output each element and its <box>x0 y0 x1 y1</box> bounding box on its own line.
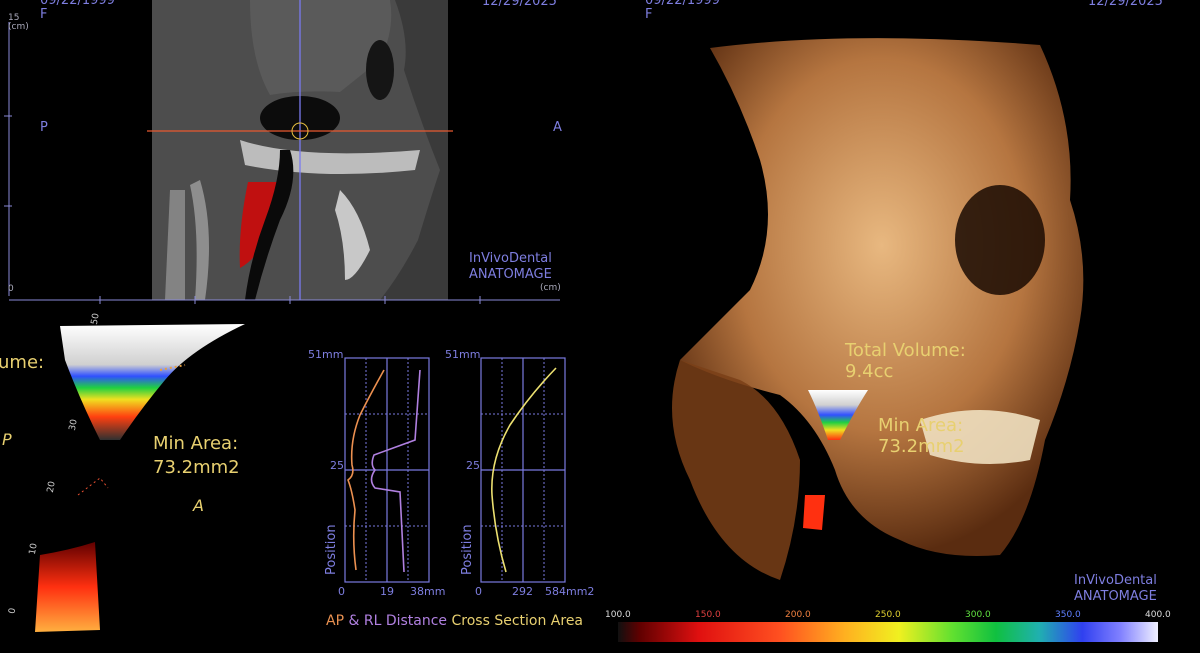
airway-3d-view[interactable]: 50 30 20 10 0 ume: Min Area: 73.2mm2 P A <box>0 310 300 653</box>
ruler-zero: 0 <box>8 284 14 294</box>
colorbar-tick-400: 400.0 <box>1145 610 1171 620</box>
graph-legend: AP & RL Distance Cross Section Area <box>326 613 583 629</box>
airway-scale-10: 10 <box>27 542 40 556</box>
sagittal-anterior-label: A <box>553 120 562 135</box>
cross-x-584: 584mm2 <box>545 585 595 598</box>
airway-posterior-label: P <box>2 430 12 449</box>
total-volume: Total Volume: 9.4cc <box>845 340 966 382</box>
legend-ap: AP <box>326 613 345 629</box>
skull-render <box>672 38 1084 580</box>
total-volume-label: Total Volume: <box>845 340 966 361</box>
color-scale-bar: 100.0 150.0 200.0 250.0 300.0 350.0 400.… <box>600 606 1200 653</box>
render-brand: InVivoDental ANATOMAGE <box>1074 573 1157 604</box>
render-min-area-value: 73.2mm2 <box>878 436 965 457</box>
airway-scale-50: 50 <box>89 312 102 326</box>
colorbar-tick-150: 150.0 <box>695 610 721 620</box>
airway-graphs-panel: 51mm 25 Position 0 19 38mm 51mm 25 Posit… <box>300 340 600 653</box>
cross-mid-label: 25 <box>466 459 480 472</box>
ruler-top: 15 (cm) <box>8 13 29 32</box>
colorbar-tick-350: 350.0 <box>1055 610 1081 620</box>
legend-cross-section: Cross Section Area <box>451 613 584 629</box>
ap-rl-x-0: 0 <box>338 585 345 598</box>
cross-y-label: Position <box>460 524 475 575</box>
airway-scale-30: 30 <box>67 418 80 432</box>
sagittal-posterior-label: P <box>40 120 48 135</box>
total-volume-value: 9.4cc <box>845 361 894 382</box>
ap-rl-y-label: Position <box>324 524 339 575</box>
ap-rl-x-38: 38mm <box>410 585 446 598</box>
airway-3d-image <box>35 324 245 632</box>
airway-scale-20: 20 <box>45 480 58 494</box>
cross-x-292: 292 <box>512 585 533 598</box>
bottom-unit-label: (cm) <box>540 283 561 293</box>
color-gradient <box>618 622 1158 642</box>
cross-top-label: 51mm <box>445 348 481 361</box>
ap-rl-top-label: 51mm <box>308 348 344 361</box>
sagittal-ct-view[interactable]: 15 (cm) 0 P A InVivoDental ANATOMAGE (cm… <box>0 0 600 310</box>
ap-rl-mid-label: 25 <box>330 459 344 472</box>
volume-label-partial: ume: <box>0 352 45 373</box>
legend-rl: & RL Distance <box>348 613 448 629</box>
colorbar-tick-250: 250.0 <box>875 610 901 620</box>
graph-svg <box>344 357 566 583</box>
render-min-area: Min Area: 73.2mm2 <box>878 415 965 457</box>
cross-x-0: 0 <box>475 585 482 598</box>
ap-rl-x-19: 19 <box>380 585 394 598</box>
colorbar-tick-300: 300.0 <box>965 610 991 620</box>
colorbar-tick-100: 100.0 <box>605 610 631 620</box>
airway-min-area: Min Area: 73.2mm2 <box>153 433 240 478</box>
airway-anterior-label: A <box>193 496 204 515</box>
volume-render-view[interactable]: Total Volume: 9.4cc Min Area: 73.2mm2 In… <box>600 0 1200 605</box>
sagittal-brand: InVivoDental ANATOMAGE <box>469 251 552 282</box>
render-min-area-label: Min Area: <box>878 415 964 436</box>
colorbar-tick-200: 200.0 <box>785 610 811 620</box>
